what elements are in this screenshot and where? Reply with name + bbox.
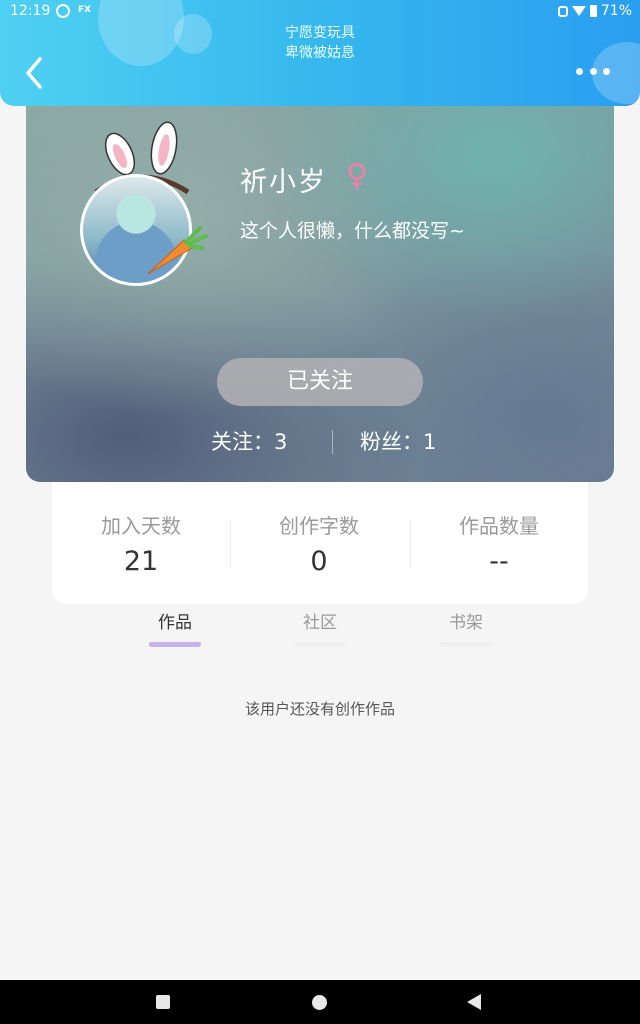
stat-value: -- xyxy=(489,546,509,577)
carrot-icon xyxy=(147,226,208,275)
wifi-icon xyxy=(571,6,586,16)
stat-label: 作品数量 xyxy=(459,514,539,538)
tab-works[interactable]: 作品 xyxy=(135,608,215,647)
followers-count[interactable]: 粉丝：1 xyxy=(360,426,436,456)
tab-bookshelf[interactable]: 书架 xyxy=(426,608,506,647)
back-triangle-icon[interactable] xyxy=(467,994,481,1010)
stat-value: 21 xyxy=(123,546,159,577)
follow-button[interactable]: 已关注 xyxy=(217,358,423,406)
following-count[interactable]: 关注：3 xyxy=(211,426,287,456)
battery-level: 71% xyxy=(600,3,632,19)
tab-label: 作品 xyxy=(158,613,192,633)
status-fx-label: FX xyxy=(78,5,92,15)
empty-state-message: 该用户还没有创作作品 xyxy=(244,700,395,718)
profile-card: 祈小岁 ♀ 这个人很懒，什么都没写~ 已关注 关注：3 粉丝：1 xyxy=(26,96,614,482)
battery-icon xyxy=(589,5,597,17)
status-time: 12:19 xyxy=(10,3,51,19)
more-dot xyxy=(589,67,597,75)
follow-counts: 关注：3 粉丝：1 xyxy=(26,426,614,458)
stat-word-count: 创作字数 0 xyxy=(230,482,408,577)
tab-indicator xyxy=(294,642,346,647)
stat-join-days: 加入天数 21 xyxy=(52,482,230,577)
gender-female-icon: ♀ xyxy=(346,158,368,193)
avatar-container[interactable] xyxy=(78,118,208,286)
system-nav-bar xyxy=(0,980,640,1024)
marquee-line-2: 卑微被姑息 xyxy=(285,45,355,61)
stat-label: 加入天数 xyxy=(101,514,181,538)
tab-label: 书架 xyxy=(449,613,483,633)
more-dot xyxy=(603,67,610,75)
stat-value: 0 xyxy=(310,546,328,577)
headset-icon xyxy=(557,5,568,17)
stats-card: 加入天数 21 创作字数 0 作品数量 -- xyxy=(52,482,588,604)
back-button[interactable] xyxy=(22,56,48,90)
tab-indicator xyxy=(440,642,492,647)
tab-community[interactable]: 社区 xyxy=(280,608,360,647)
chevron-left-icon xyxy=(26,57,42,89)
user-name: 祈小岁 xyxy=(240,167,327,198)
tab-label: 社区 xyxy=(303,613,337,633)
counts-divider xyxy=(332,430,333,454)
recents-icon[interactable] xyxy=(156,995,170,1009)
sync-icon xyxy=(56,4,70,18)
home-icon[interactable] xyxy=(312,995,327,1010)
stat-label: 创作字数 xyxy=(279,514,359,538)
more-button[interactable] xyxy=(576,64,610,78)
user-bio: 这个人很懒，什么都没写~ xyxy=(240,220,465,242)
top-header: 12:19 FX 71% 宁愿变玩具 卑微被姑息 xyxy=(0,0,640,106)
stat-works-count: 作品数量 -- xyxy=(410,482,588,577)
more-dot xyxy=(576,67,583,75)
tab-indicator xyxy=(149,642,201,647)
marquee-line-1: 宁愿变玩具 xyxy=(285,25,355,41)
status-icons: 71% xyxy=(557,3,632,19)
